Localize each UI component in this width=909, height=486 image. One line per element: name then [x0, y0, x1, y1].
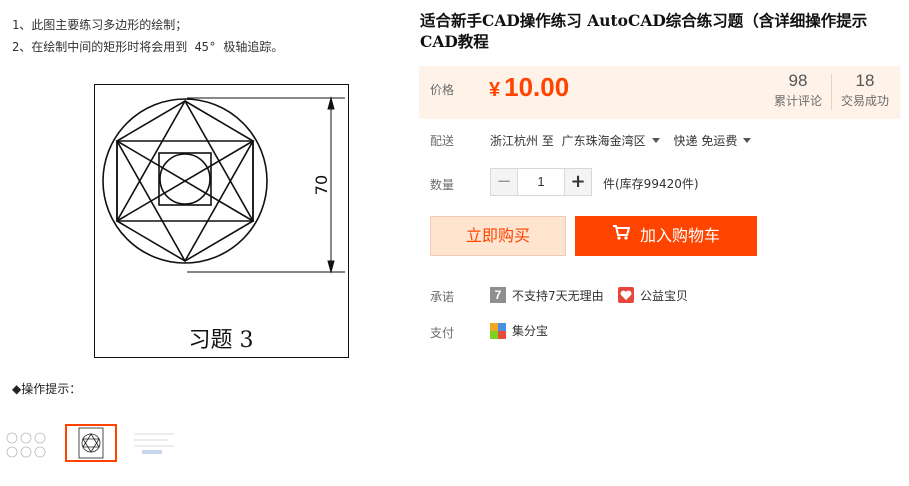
dimension-value: 70 [312, 175, 331, 195]
thumbnail-strip[interactable] [0, 424, 190, 464]
shipping-method-dropdown[interactable]: 快递 免运费 [674, 132, 762, 149]
add-to-cart-button[interactable]: 加入购物车 [575, 216, 757, 256]
note-line-2: 2、在绘制中间的矩形时将会用到 45° 极轴追踪。 [12, 40, 284, 54]
sales-stat: 18 交易成功 [830, 71, 900, 109]
promise-label: 承诺 [430, 290, 455, 304]
shipping-method: 快递 免运费 [673, 134, 738, 148]
thumbnail-3-image [134, 433, 174, 454]
jifenbao-icon [490, 322, 506, 339]
price-panel: 价格 ¥10.00 98 累计评论 18 交易成功 [419, 66, 900, 119]
thumbnail-1[interactable] [2, 424, 54, 462]
cart-icon [612, 215, 631, 255]
seven-day-icon: 7 [490, 287, 506, 303]
quantity-input[interactable]: 1 [518, 168, 564, 196]
reviews-label: 累计评论 [773, 94, 822, 108]
drawing-caption: 习题 3 [189, 328, 254, 353]
no-return-promise[interactable]: 7 不支持7天无理由 [490, 286, 604, 304]
description-notes: 1、此图主要练习多边形的绘制； 2、在绘制中间的矩形时将会用到 45° 极轴追踪… [12, 14, 283, 58]
shipping-destination: 广东珠海金湾区 [561, 134, 646, 148]
thumbnail-2-selected[interactable] [65, 424, 117, 462]
quantity-decrease-button[interactable]: − [490, 168, 518, 196]
shipping-destination-dropdown[interactable]: 广东珠海金湾区 [562, 132, 670, 149]
payment-label: 支付 [430, 326, 455, 340]
quantity-label: 数量 [430, 178, 455, 192]
charity-heart-icon [618, 287, 634, 303]
operation-tip-heading: ◆操作提示： [12, 382, 82, 396]
quantity-stepper: − 1 + [490, 168, 592, 196]
chevron-down-icon [651, 138, 660, 143]
add-to-cart-label: 加入购物车 [639, 226, 720, 245]
currency-symbol: ¥ [489, 79, 501, 101]
buy-now-button[interactable]: 立即购买 [430, 216, 566, 256]
shipping-from: 浙江杭州 至 [490, 134, 554, 148]
price-amount: ¥10.00 [489, 72, 569, 103]
quantity-increase-button[interactable]: + [564, 168, 592, 196]
charity-promise[interactable]: 公益宝贝 [618, 286, 688, 304]
charity-text: 公益宝贝 [640, 288, 689, 303]
thumbnail-3[interactable] [128, 424, 180, 462]
reviews-count: 98 [788, 71, 808, 90]
reviews-stat[interactable]: 98 累计评论 [763, 71, 833, 109]
thumbnail-1-image [6, 432, 46, 458]
cad-exercise-drawing: 70 习题 3 [94, 84, 349, 358]
stock-info: 件(库存99420件) [603, 177, 699, 191]
shipping-label: 配送 [430, 134, 455, 148]
shipping-row: 浙江杭州 至 广东珠海金湾区 快递 免运费 [490, 132, 761, 149]
thumbnail-2-image [78, 427, 104, 459]
sales-count: 18 [855, 71, 875, 90]
chevron-down-icon [743, 138, 752, 143]
no-return-text: 不支持7天无理由 [512, 288, 604, 303]
sales-label: 交易成功 [840, 94, 889, 108]
product-title: 适合新手CAD操作练习 AutoCAD综合练习题（含详细操作提示CAD教程 [420, 11, 868, 51]
payment-method-text: 集分宝 [512, 324, 549, 338]
price-value: 10.00 [504, 72, 570, 102]
price-label: 价格 [430, 83, 455, 97]
cad-figure: 70 习题 3 [102, 96, 345, 353]
note-line-1: 1、此图主要练习多边形的绘制； [12, 18, 188, 32]
payment-method[interactable]: 集分宝 [490, 322, 548, 339]
